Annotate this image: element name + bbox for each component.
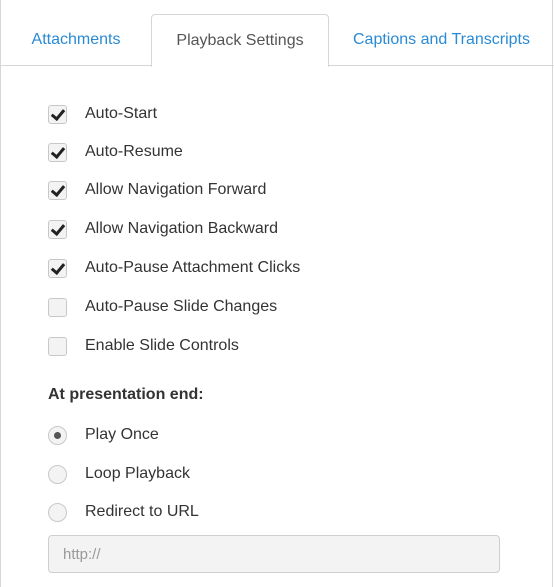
allow-navigation-backward-option[interactable]: Allow Navigation Backward bbox=[48, 217, 278, 241]
auto-resume-checkbox[interactable] bbox=[48, 142, 67, 162]
tab-bar: Attachments Playback Settings Captions a… bbox=[1, 14, 554, 67]
auto-resume-option[interactable]: Auto-Resume bbox=[48, 140, 183, 164]
enable-slide-controls-option[interactable]: Enable Slide Controls bbox=[48, 334, 239, 358]
auto-pause-attachment-clicks-option[interactable]: Auto-Pause Attachment Clicks bbox=[48, 256, 300, 280]
auto-pause-slide-changes-label: Auto-Pause Slide Changes bbox=[85, 298, 278, 315]
enable-slide-controls-checkbox[interactable] bbox=[48, 336, 67, 356]
auto-pause-slide-changes-option[interactable]: Auto-Pause Slide Changes bbox=[48, 295, 277, 319]
loop-playback-option[interactable]: Loop Playback bbox=[48, 462, 190, 486]
allow-navigation-forward-checkbox[interactable] bbox=[48, 180, 67, 200]
loop-playback-radio[interactable] bbox=[48, 464, 67, 484]
play-once-option[interactable]: Play Once bbox=[48, 423, 159, 447]
tab-playback-settings[interactable]: Playback Settings bbox=[151, 14, 329, 67]
allow-navigation-backward-checkbox[interactable] bbox=[48, 219, 67, 239]
redirect-to-url-radio[interactable] bbox=[48, 502, 67, 522]
auto-pause-slide-changes-checkbox[interactable] bbox=[48, 297, 67, 317]
play-once-radio[interactable] bbox=[48, 425, 67, 445]
redirect-to-url-label: Redirect to URL bbox=[85, 503, 199, 520]
redirect-to-url-option[interactable]: Redirect to URL bbox=[48, 500, 199, 524]
auto-start-option[interactable]: Auto-Start bbox=[48, 102, 157, 126]
tab-captions-and-transcripts[interactable]: Captions and Transcripts bbox=[329, 14, 554, 66]
allow-navigation-forward-option[interactable]: Allow Navigation Forward bbox=[48, 178, 266, 202]
redirect-url-input[interactable] bbox=[48, 535, 500, 573]
tab-attachments[interactable]: Attachments bbox=[1, 14, 151, 66]
playback-settings-panel: Attachments Playback Settings Captions a… bbox=[0, 0, 554, 587]
auto-start-checkbox[interactable] bbox=[48, 104, 67, 124]
auto-pause-attachment-clicks-label: Auto-Pause Attachment Clicks bbox=[85, 259, 301, 276]
auto-resume-label: Auto-Resume bbox=[85, 143, 183, 160]
allow-navigation-backward-label: Allow Navigation Backward bbox=[85, 220, 278, 237]
auto-start-label: Auto-Start bbox=[85, 105, 158, 122]
presentation-end-heading: At presentation end: bbox=[48, 386, 204, 403]
allow-navigation-forward-label: Allow Navigation Forward bbox=[85, 181, 267, 198]
auto-pause-attachment-clicks-checkbox[interactable] bbox=[48, 258, 67, 278]
enable-slide-controls-label: Enable Slide Controls bbox=[85, 337, 239, 354]
loop-playback-label: Loop Playback bbox=[85, 465, 190, 482]
play-once-label: Play Once bbox=[85, 426, 159, 443]
